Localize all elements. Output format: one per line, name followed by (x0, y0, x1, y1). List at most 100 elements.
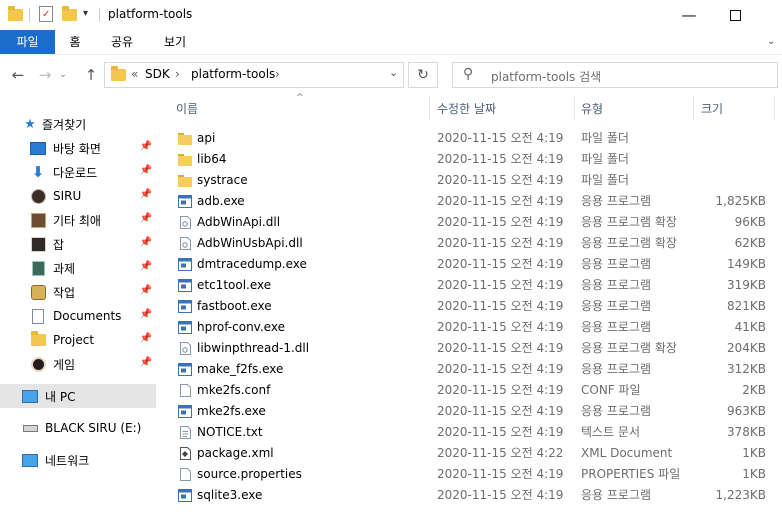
file-name: AdbWinApi.dll (197, 215, 281, 229)
column-header-type[interactable]: 유형 (581, 96, 681, 122)
file-name: source.properties (197, 467, 302, 481)
file-name: mke2fs.exe (197, 404, 266, 418)
file-date: 2020-11-15 오전 4:19 (437, 236, 564, 250)
file-row[interactable]: AdbWinApi.dll 2020-11-15 오전 4:19 응용 프로그램 확… (176, 212, 776, 233)
file-size: 1KB (742, 446, 766, 460)
file-size: 963KB (726, 404, 766, 418)
up-button[interactable]: ↑ (80, 63, 102, 87)
file-size: 62KB (734, 236, 766, 250)
folder-icon (111, 66, 126, 81)
dll-file-icon (178, 342, 192, 355)
file-name: dmtracedump.exe (197, 257, 307, 271)
file-size: 1,825KB (715, 194, 766, 208)
file-row[interactable]: mke2fs.conf 2020-11-15 오전 4:19 CONF 파일 2KB (176, 380, 776, 401)
file-row[interactable]: dmtracedump.exe 2020-11-15 오전 4:19 응용 프로그램… (176, 254, 776, 275)
properties-icon[interactable]: ✓ (39, 6, 53, 22)
file-size: 41KB (734, 320, 766, 334)
file-row[interactable]: hprof-conv.exe 2020-11-15 오전 4:19 응용 프로그램 4… (176, 317, 776, 338)
file-date: 2020-11-15 오전 4:19 (437, 320, 564, 334)
recent-locations-button[interactable]: ⌄ (56, 63, 70, 87)
back-arrow-icon: ← (11, 66, 25, 84)
application-icon (178, 300, 192, 313)
file-size (694, 170, 766, 191)
folder-icon (178, 132, 192, 145)
file-row[interactable]: sqlite3.exe 2020-11-15 오전 4:19 응용 프로그램 1,22… (176, 485, 776, 506)
tab-view[interactable]: 보기 (155, 30, 195, 54)
file-row[interactable]: package.xml 2020-11-15 오전 4:22 XML Documen… (176, 443, 776, 464)
tab-home[interactable]: 홈 (59, 30, 91, 54)
file-name: hprof-conv.exe (197, 320, 285, 334)
breadcrumb-overflow[interactable]: « (131, 67, 138, 81)
file-type: XML Document (581, 446, 673, 460)
tab-share[interactable]: 공유 (102, 30, 142, 54)
file-row[interactable]: AdbWinUsbApi.dll 2020-11-15 오전 4:19 응용 프로그… (176, 233, 776, 254)
file-type: CONF 파일 (581, 383, 641, 397)
file-size: 1,223KB (715, 488, 766, 502)
chevron-right-icon[interactable]: › (275, 67, 280, 81)
expand-ribbon-icon[interactable]: ⌄ (767, 36, 775, 47)
address-bar[interactable]: « SDK › platform-tools › ⌄ (104, 62, 404, 88)
breadcrumb-sdk[interactable]: SDK (145, 67, 170, 81)
column-divider[interactable] (774, 96, 775, 120)
new-folder-icon[interactable] (62, 6, 78, 23)
file-date: 2020-11-15 오전 4:19 (437, 215, 564, 229)
chevron-right-icon[interactable]: › (175, 67, 180, 81)
file-row[interactable]: libwinpthread-1.dll 2020-11-15 오전 4:19 응용 … (176, 338, 776, 359)
file-row[interactable]: api 2020-11-15 오전 4:19 파일 폴더 (176, 128, 776, 149)
file-row[interactable]: make_f2fs.exe 2020-11-15 오전 4:19 응용 프로그램 31… (176, 359, 776, 380)
file-date: 2020-11-15 오전 4:19 (437, 404, 564, 418)
file-name: fastboot.exe (197, 299, 272, 313)
file-name: api (197, 131, 216, 145)
file-date: 2020-11-15 오전 4:19 (437, 383, 564, 397)
file-type: 응용 프로그램 (581, 404, 652, 418)
up-arrow-icon: ↑ (84, 66, 98, 84)
breadcrumb-platform-tools[interactable]: platform-tools (191, 67, 275, 81)
application-icon (178, 321, 192, 334)
file-type: 파일 폴더 (581, 152, 629, 166)
file-size: 204KB (726, 341, 766, 355)
dll-file-icon (178, 216, 192, 229)
minimize-icon: — (681, 6, 697, 24)
file-row[interactable]: lib64 2020-11-15 오전 4:19 파일 폴더 (176, 149, 776, 170)
column-divider[interactable] (693, 96, 694, 120)
refresh-button[interactable]: ↻ (408, 62, 438, 88)
file-size (694, 149, 766, 170)
title-bar: ✓ ▾ platform-tools — (0, 0, 782, 30)
file-row[interactable]: systrace 2020-11-15 오전 4:19 파일 폴더 (176, 170, 776, 191)
file-date: 2020-11-15 오전 4:19 (437, 278, 564, 292)
file-name: NOTICE.txt (197, 425, 263, 439)
application-icon (178, 405, 192, 418)
file-row[interactable]: source.properties 2020-11-15 오전 4:19 PROPE… (176, 464, 776, 485)
address-dropdown-icon[interactable]: ⌄ (389, 66, 398, 79)
customize-toolbar-icon[interactable]: ▾ (83, 8, 88, 19)
column-header-name[interactable]: 이름 (176, 96, 426, 122)
file-date: 2020-11-15 오전 4:19 (437, 173, 564, 187)
file-type: 응용 프로그램 (581, 299, 652, 313)
minimize-button[interactable]: — (666, 0, 712, 30)
back-button[interactable]: ← (7, 63, 29, 87)
column-header-date[interactable]: 수정한 날짜 (437, 96, 567, 122)
refresh-icon: ↻ (417, 67, 429, 83)
search-box[interactable]: ⚲ platform-tools 검색 (452, 62, 778, 88)
file-type: 응용 프로그램 (581, 278, 652, 292)
file-type: 응용 프로그램 (581, 488, 652, 502)
file-row[interactable]: etc1tool.exe 2020-11-15 오전 4:19 응용 프로그램 319… (176, 275, 776, 296)
column-divider[interactable] (574, 96, 575, 120)
file-row[interactable]: fastboot.exe 2020-11-15 오전 4:19 응용 프로그램 821… (176, 296, 776, 317)
column-divider[interactable] (429, 96, 430, 120)
file-row[interactable]: NOTICE.txt 2020-11-15 오전 4:19 텍스트 문서 378KB (176, 422, 776, 443)
file-name: etc1tool.exe (197, 278, 272, 292)
file-date: 2020-11-15 오전 4:19 (437, 131, 564, 145)
folder-icon (8, 6, 24, 23)
file-name: AdbWinUsbApi.dll (197, 236, 303, 250)
maximize-icon (729, 9, 741, 21)
file-date: 2020-11-15 오전 4:19 (437, 362, 564, 376)
navigation-bar: ← → ⌄ ↑ « SDK › platform-tools › ⌄ ↻ ⚲ p… (0, 55, 782, 95)
file-row[interactable]: mke2fs.exe 2020-11-15 오전 4:19 응용 프로그램 963KB (176, 401, 776, 422)
forward-button[interactable]: → (34, 63, 56, 87)
tab-file[interactable]: 파일 (0, 30, 55, 54)
maximize-button[interactable] (712, 0, 758, 30)
file-row[interactable]: adb.exe 2020-11-15 오전 4:19 응용 프로그램 1,825KB (176, 191, 776, 212)
application-icon (178, 258, 192, 271)
column-header-size[interactable]: 크기 (701, 96, 761, 122)
